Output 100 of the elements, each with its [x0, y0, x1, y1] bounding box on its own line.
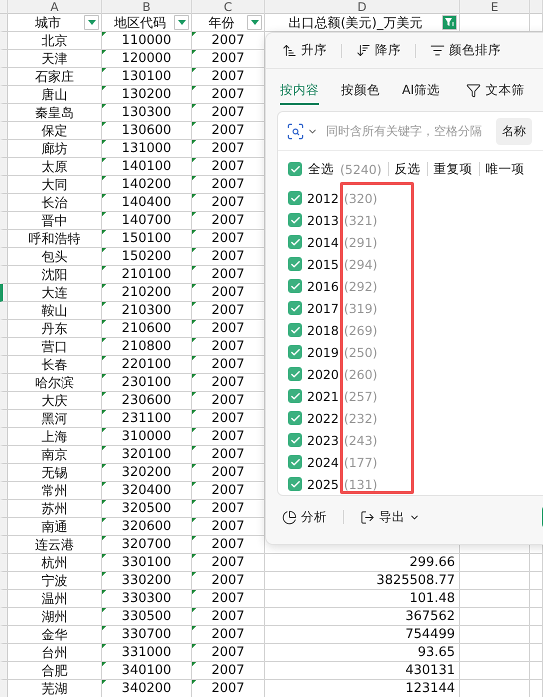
checkbox[interactable] — [288, 411, 302, 426]
item-label: 2018 — [307, 322, 339, 338]
sort-button[interactable]: 颜色排序 — [426, 40, 505, 62]
column-header[interactable]: B — [102, 0, 192, 14]
row-header[interactable] — [0, 284, 8, 302]
action-link[interactable]: 反选 — [394, 160, 421, 178]
footer-button[interactable]: 导出 — [356, 506, 424, 528]
table-cell: 120000 — [102, 50, 192, 68]
search-mode-button[interactable] — [286, 122, 318, 141]
checkbox[interactable] — [288, 367, 302, 382]
table-cell: 秦皇岛 — [8, 104, 102, 122]
checkbox[interactable] — [288, 162, 302, 176]
filter-dropdown-button[interactable] — [84, 15, 99, 30]
row-header[interactable] — [0, 14, 8, 32]
checkbox[interactable] — [288, 323, 302, 338]
checkbox[interactable] — [288, 257, 302, 272]
corner-header — [0, 0, 8, 14]
row-header[interactable] — [0, 428, 8, 446]
row-header[interactable] — [0, 32, 8, 50]
table-cell: 330500 — [102, 608, 192, 626]
row-header[interactable] — [0, 410, 8, 428]
footer-button[interactable]: 分析 — [278, 506, 331, 528]
row-header[interactable] — [0, 266, 8, 284]
sort-button[interactable]: 升序 — [278, 40, 331, 62]
row-header[interactable] — [0, 248, 8, 266]
checkbox[interactable] — [288, 433, 302, 448]
row-header[interactable] — [0, 176, 8, 194]
row-header[interactable] — [0, 482, 8, 500]
row-header[interactable] — [0, 626, 8, 644]
text-filter-button[interactable]: 文本筛 — [462, 80, 528, 101]
column-header[interactable] — [530, 0, 543, 14]
row-header[interactable] — [0, 680, 8, 697]
filter-tab[interactable]: AI筛选 — [402, 76, 440, 105]
row-header[interactable] — [0, 122, 8, 140]
row-header[interactable] — [0, 212, 8, 230]
table-cell: 2007 — [192, 626, 265, 644]
table-cell: 2007 — [192, 158, 265, 176]
action-link[interactable]: 唯一项 — [486, 160, 525, 178]
row-header[interactable] — [0, 302, 8, 320]
search-field[interactable]: 同时含所有关键字，空格分隔 — [324, 123, 490, 140]
table-cell: 230600 — [102, 392, 192, 410]
table-cell: 340100 — [102, 662, 192, 680]
row-header[interactable] — [0, 140, 8, 158]
filter-dropdown-button[interactable] — [174, 15, 189, 30]
row-header[interactable] — [0, 572, 8, 590]
row-header[interactable] — [0, 194, 8, 212]
row-header[interactable] — [0, 536, 8, 554]
row-header[interactable] — [0, 230, 8, 248]
filter-dropdown-button[interactable] — [247, 15, 262, 30]
checkbox[interactable] — [288, 279, 302, 294]
row-header[interactable] — [0, 338, 8, 356]
checkbox[interactable] — [288, 455, 302, 470]
table-cell: 320100 — [102, 446, 192, 464]
row-header[interactable] — [0, 500, 8, 518]
table-cell: 330700 — [102, 626, 192, 644]
dropdown-triangle-icon — [88, 20, 96, 25]
checkbox[interactable] — [288, 345, 302, 360]
row-header[interactable] — [0, 374, 8, 392]
row-header[interactable] — [0, 518, 8, 536]
filter-tab[interactable]: 按内容 — [280, 76, 319, 105]
row-header[interactable] — [0, 104, 8, 122]
row-header[interactable] — [0, 158, 8, 176]
filter-tab[interactable]: 按颜色 — [341, 76, 380, 105]
checkbox[interactable] — [288, 301, 302, 316]
checkbox[interactable] — [288, 389, 302, 404]
column-header[interactable]: D — [265, 0, 460, 14]
row-header[interactable] — [0, 50, 8, 68]
checkbox[interactable] — [288, 213, 302, 228]
check-icon — [290, 192, 300, 204]
row-header[interactable] — [0, 320, 8, 338]
row-header[interactable] — [0, 86, 8, 104]
table-cell — [530, 662, 543, 680]
filter-icon — [444, 17, 455, 28]
sort-button[interactable]: 降序 — [352, 40, 405, 62]
row-header[interactable] — [0, 392, 8, 410]
table-cell: 2007 — [192, 590, 265, 608]
row-header[interactable] — [0, 554, 8, 572]
name-button[interactable]: 名称 — [496, 118, 532, 145]
row-header[interactable] — [0, 464, 8, 482]
column-header[interactable]: C — [192, 0, 265, 14]
checkbox[interactable] — [288, 477, 302, 492]
row-header[interactable] — [0, 356, 8, 374]
column-header[interactable]: A — [8, 0, 102, 14]
table-cell: 367562 — [265, 608, 460, 626]
row-header[interactable] — [0, 446, 8, 464]
table-cell: 温州 — [8, 590, 102, 608]
row-header[interactable] — [0, 644, 8, 662]
row-header[interactable] — [0, 608, 8, 626]
action-link[interactable]: 重复项 — [434, 160, 473, 178]
checkbox[interactable] — [288, 235, 302, 250]
row-header[interactable] — [0, 590, 8, 608]
table-cell: 150100 — [102, 230, 192, 248]
item-label: 2012 — [307, 190, 339, 206]
column-header[interactable]: E — [460, 0, 530, 14]
active-filter-button[interactable] — [442, 15, 457, 30]
table-cell: 2007 — [192, 374, 265, 392]
row-header[interactable] — [0, 662, 8, 680]
row-header[interactable] — [0, 68, 8, 86]
checkbox[interactable] — [288, 191, 302, 206]
table-cell: 宁波 — [8, 572, 102, 590]
